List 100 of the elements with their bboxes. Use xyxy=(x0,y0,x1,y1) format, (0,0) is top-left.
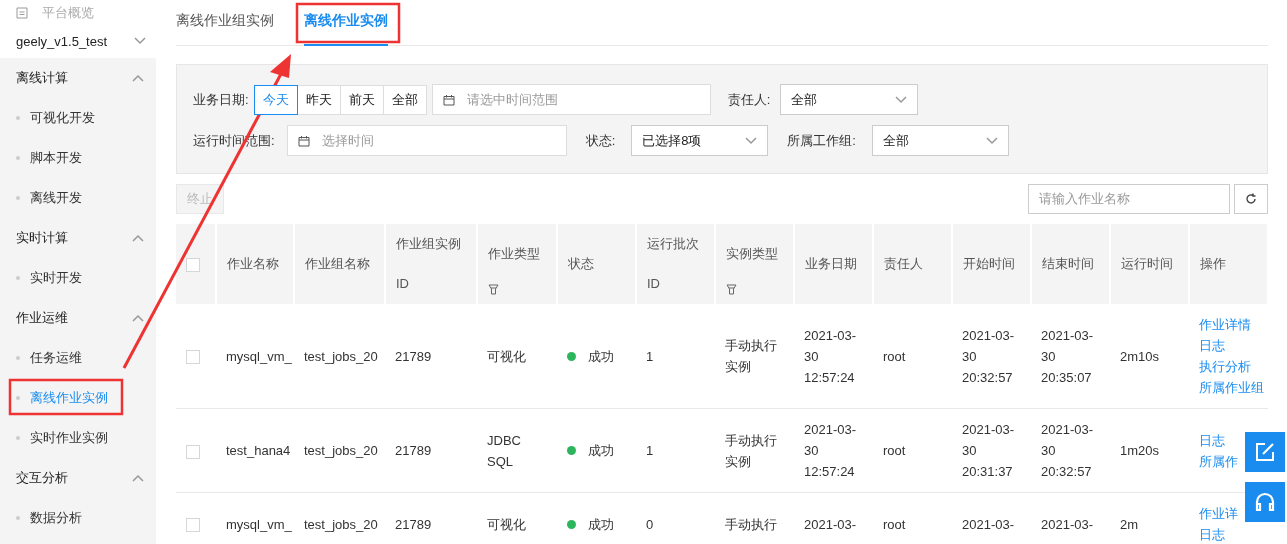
workgroup-select[interactable]: 全部 xyxy=(871,125,1009,156)
chevron-down-icon xyxy=(745,136,758,145)
refresh-button[interactable] xyxy=(1234,184,1268,214)
column-header: 作业组名称 xyxy=(294,224,385,304)
column-header: 作业组实例ID xyxy=(385,224,477,304)
filter-label: 所属工作组: xyxy=(787,131,856,150)
menu-item[interactable]: 实时作业实例 xyxy=(0,418,156,458)
table-cell: 2021-03-30 20:31:37 xyxy=(962,422,1015,479)
table-cell: 手动执行实例 xyxy=(725,432,777,469)
menu-item[interactable]: 可视化开发 xyxy=(0,98,156,138)
table-cell: root xyxy=(883,443,906,458)
action-link[interactable]: 所属作 xyxy=(1199,450,1238,472)
support-button[interactable] xyxy=(1245,482,1285,522)
table-cell: 2021-03-30 12:57:24 xyxy=(804,422,857,479)
table-cell: 手动执行 xyxy=(725,516,777,532)
menu-item[interactable]: 实时开发 xyxy=(0,258,156,298)
table-cell: 2021-03- xyxy=(804,516,857,532)
table-cell: 21789 xyxy=(395,443,432,458)
table-cell: root xyxy=(883,348,906,364)
calendar-icon xyxy=(442,93,455,106)
action-link[interactable]: 日志 xyxy=(1199,429,1225,451)
date-option-button[interactable]: 昨天 xyxy=(296,84,341,115)
headphones-icon xyxy=(1254,492,1276,512)
row-checkbox[interactable] xyxy=(186,350,200,365)
action-link[interactable]: 作业详情 xyxy=(1199,314,1251,335)
table-cell: 2021-03-30 20:32:57 xyxy=(962,327,1015,385)
table-cell: mysql_vm_ xyxy=(226,516,292,532)
filter-icon[interactable] xyxy=(488,283,499,295)
table-cell: mysql_vm_ xyxy=(226,348,292,364)
table-cell: 可视化 xyxy=(487,348,526,364)
menu-group-header[interactable]: 作业运维 xyxy=(0,298,156,338)
table-cell: root xyxy=(883,516,906,532)
table-cell: 2m10s xyxy=(1120,348,1160,364)
chevron-down-icon xyxy=(985,136,998,145)
table-cell: test_hana4 xyxy=(226,443,291,458)
filter-icon[interactable] xyxy=(726,283,737,295)
select-all-checkbox[interactable] xyxy=(186,257,200,272)
edit-button[interactable] xyxy=(1245,432,1285,472)
table-cell: JDBC SQL xyxy=(487,432,521,469)
table-cell: test_jobs_20 xyxy=(304,516,378,532)
action-link[interactable]: 日志 xyxy=(1199,335,1225,356)
column-header: 操作 xyxy=(1189,224,1268,304)
tab[interactable]: 离线作业组实例 xyxy=(176,0,274,46)
table-cell: 可视化 xyxy=(487,516,526,532)
column-header: 运行时间 xyxy=(1110,224,1189,304)
menu-group-header[interactable]: 实时计算 xyxy=(0,218,156,258)
status-select[interactable]: 已选择8项 xyxy=(631,125,769,156)
row-checkbox[interactable] xyxy=(186,444,200,459)
chevron-up-icon xyxy=(132,314,144,322)
table-cell: 1 xyxy=(646,443,654,458)
status-text: 成功 xyxy=(588,516,614,532)
edit-icon xyxy=(1255,442,1275,462)
table-cell: 1 xyxy=(646,348,654,364)
column-header: 作业名称 xyxy=(216,224,294,304)
action-link[interactable]: 执行分析 xyxy=(1199,356,1251,377)
column-header: 结束时间 xyxy=(1031,224,1110,304)
column-header: 状态 xyxy=(557,224,636,304)
menu-item[interactable]: 离线开发 xyxy=(0,178,156,218)
table-cell: 21789 xyxy=(395,348,432,364)
status-text: 成功 xyxy=(588,348,614,364)
menu-item[interactable]: 数据分析 xyxy=(0,498,156,538)
table-cell: test_jobs_20 xyxy=(304,443,378,458)
owner-select[interactable]: 全部 xyxy=(780,84,919,115)
table-cell: 2021-03-30 20:32:57 xyxy=(1041,422,1094,479)
chevron-down-icon xyxy=(895,95,908,104)
chevron-down-icon xyxy=(134,37,146,45)
column-header: 运行批次ID xyxy=(636,224,715,304)
column-header: 业务日期 xyxy=(794,224,873,304)
chevron-up-icon xyxy=(132,234,144,242)
table-cell: 21789 xyxy=(395,516,432,532)
table-cell: 1m20s xyxy=(1120,443,1160,458)
filter-label: 状态: xyxy=(585,131,616,150)
action-link[interactable]: 作业详 xyxy=(1199,503,1238,524)
calendar-icon xyxy=(297,134,310,147)
date-option-button[interactable]: 今天 xyxy=(253,84,298,115)
menu-group-header[interactable]: 交互分析 xyxy=(0,458,156,498)
column-header: 开始时间 xyxy=(952,224,1031,304)
menu-item[interactable]: 脚本开发 xyxy=(0,138,156,178)
row-checkbox[interactable] xyxy=(186,518,200,533)
dashboard-icon xyxy=(16,7,28,19)
column-header: 实例类型 xyxy=(715,224,794,304)
action-link[interactable]: 所属作业组 xyxy=(1199,377,1264,398)
table-cell: 2021-03- xyxy=(1041,516,1094,532)
status-text: 成功 xyxy=(588,443,614,458)
date-option-button[interactable]: 全部 xyxy=(382,84,427,115)
table-cell: 2021-03-30 20:35:07 xyxy=(1041,327,1094,385)
table-cell: 2021-03-30 12:57:24 xyxy=(804,327,857,385)
menu-item[interactable]: 任务运维 xyxy=(0,338,156,378)
chevron-up-icon xyxy=(132,74,144,82)
column-header: 作业类型 xyxy=(477,224,557,304)
table-cell: 2m xyxy=(1120,516,1139,532)
project-select[interactable]: geely_v1.5_test xyxy=(16,30,146,52)
table-cell: 手动执行实例 xyxy=(725,338,777,374)
date-option-button[interactable]: 前天 xyxy=(339,84,384,115)
column-header: 责任人 xyxy=(873,224,952,304)
menu-group-header[interactable]: 离线计算 xyxy=(0,58,156,98)
filter-label: 业务日期: xyxy=(193,90,249,109)
table-cell: test_jobs_20 xyxy=(304,348,378,364)
action-link[interactable]: 日志 xyxy=(1199,524,1225,544)
tab[interactable]: 离线作业实例 xyxy=(304,0,388,46)
